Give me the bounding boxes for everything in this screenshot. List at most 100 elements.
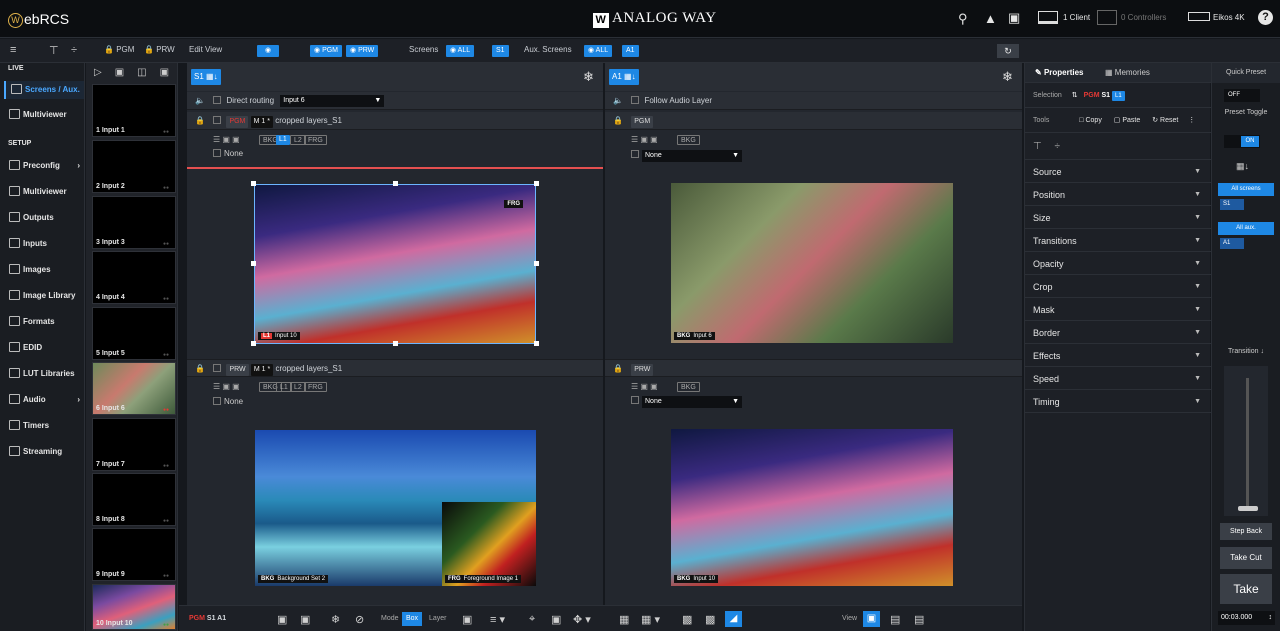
section-position[interactable]: Position ▼ [1025,184,1211,206]
nav-images[interactable]: Images [4,261,84,279]
a1-freeze-icon[interactable]: ❄ [1002,69,1013,85]
view-pgm-button[interactable]: ◉ PGM [310,45,343,57]
copy-button[interactable]: □ Copy [1079,117,1102,124]
screen-sort-icon[interactable]: ▦↓ [1236,161,1249,172]
input-thumb-1[interactable]: 1 Input 1 ●● [92,84,176,137]
resize-handle-l[interactable] [251,261,256,266]
section-source[interactable]: Source ▼ [1025,161,1211,183]
lock-pgm-button[interactable]: 🔒 PGM [104,45,134,54]
nav-preconfig[interactable]: Preconfig › [4,157,84,175]
screen-s1-button[interactable]: S1 [492,45,509,57]
a1-prw-preview[interactable]: BKG Input 10 [671,429,953,586]
section-effects[interactable]: Effects ▼ [1025,345,1211,367]
lock-icon[interactable]: 🔒 [195,116,205,125]
view-stack-icon[interactable]: ▤ [914,613,924,626]
resize-handle-tl[interactable] [251,181,256,186]
nav-multiviewer-live[interactable]: Multiviewer [4,106,84,124]
view-split-icon[interactable]: ▤ [890,613,900,626]
snap-icon[interactable]: ▩ [705,613,715,626]
layer-frg[interactable]: FRG [304,135,327,145]
quick-s1-button[interactable]: S1 [1220,199,1244,210]
paste-layer-icon[interactable]: ▣ [300,613,310,626]
align-top-icon[interactable]: ⊤ [1033,141,1042,152]
distribute-icon[interactable]: ▦ [619,613,629,626]
pattern-icon[interactable]: ▩ [682,613,692,626]
lock-prw-icon[interactable]: 🔒 [195,364,205,373]
refresh-icon[interactable]: ↻ [997,44,1019,58]
fit-icon[interactable]: ▣ [462,613,472,626]
input-thumb-5[interactable]: 5 Input 5 ●● [92,307,176,360]
nav-streaming[interactable]: Streaming [4,443,84,461]
quick-preset-toggle[interactable]: OFF [1224,89,1260,102]
input-view-icons[interactable]: ▷▣◫▣ [94,67,182,78]
a1-prw-lock-icon[interactable]: 🔒 [613,364,623,373]
mode-layer-button[interactable]: Layer [429,615,447,622]
resize-handle-bl[interactable] [251,341,256,346]
resize-handle-t[interactable] [393,181,398,186]
screens-all-button[interactable]: ◉ ALL [446,45,475,57]
take-button[interactable]: Take [1220,574,1272,604]
crop-icon[interactable]: ▣ [551,613,561,626]
nav-outputs[interactable]: Outputs [4,209,84,227]
clients-count[interactable]: 1 Client [1063,13,1090,22]
search-icon[interactable]: ⚲ [958,11,968,27]
paste-button[interactable]: ▢ Paste [1114,117,1140,124]
lock-prw-button[interactable]: 🔒 PRW [144,45,175,54]
split-icon[interactable]: ÷ [71,44,77,56]
input-thumb-2[interactable]: 2 Input 2 ●● [92,140,176,193]
memory-badge[interactable]: M 1 * [250,116,273,128]
step-back-button[interactable]: Step Back [1220,523,1272,540]
prw-layer-frg[interactable]: FRG [304,382,327,392]
nav-timers[interactable]: Timers [4,417,84,435]
input-thumb-4[interactable]: 4 Input 4 ●● [92,251,176,304]
sort-icon[interactable]: ⇅ [1072,92,1078,99]
align-icon[interactable]: ⊤ [49,44,59,57]
controllers-count[interactable]: 0 Controllers [1121,13,1166,22]
tab-properties[interactable]: ✎ Properties [1035,68,1084,77]
freeze-icon[interactable]: ❄ [583,69,594,85]
bell-icon[interactable]: ▲ [984,11,997,26]
a1-prw-layer-bkg[interactable]: BKG [677,382,700,392]
nav-screens-aux[interactable]: Screens / Aux. [4,81,84,99]
nav-multiviewer[interactable]: Multiviewer [4,183,84,201]
divide-icon[interactable]: ÷ [1055,141,1061,152]
a1-lock-icon[interactable]: 🔒 [613,116,623,125]
aux-a1-button[interactable]: A1 [622,45,639,57]
disable-icon[interactable]: ⊘ [355,613,364,626]
section-mask[interactable]: Mask ▼ [1025,299,1211,321]
resize-handle-tr[interactable] [534,181,539,186]
a1-prw-none-select[interactable]: None ▼ [642,396,742,408]
help-icon[interactable]: ? [1258,10,1273,25]
device-name[interactable]: Eikos 4K [1213,13,1245,22]
grid-icon[interactable]: ▦ ▾ [641,613,660,626]
input-thumb-9[interactable]: 9 Input 9 ●● [92,528,176,581]
a1-pgm-preview[interactable]: BKG Input 6 [671,183,953,343]
reset-button[interactable]: ↻ Reset [1152,117,1178,124]
nav-audio[interactable]: Audio › [4,391,84,409]
a1-none-select[interactable]: None ▼ [642,150,742,162]
s1-screen-chip[interactable]: S1 ▦↓ [191,69,221,85]
view-image-icon[interactable]: ▣ [863,611,880,627]
transition-slider[interactable] [1224,366,1268,516]
resize-handle-br[interactable] [534,341,539,346]
routing-select[interactable]: Input 6 ▼ [280,95,385,107]
a1-layer-bkg[interactable]: BKG [677,135,700,145]
preset-toggle-switch[interactable]: ON [1224,135,1260,148]
transition-time-input[interactable]: 00:03.000 ↕ [1218,611,1275,625]
s1-prw-preview[interactable]: BKG Background Set 2 FRG Foreground Image … [255,430,536,586]
export-icon[interactable]: ▣ [1008,10,1020,26]
input-thumb-7[interactable]: 7 Input 7 ●● [92,418,176,471]
all-aux-button[interactable]: All aux. [1218,222,1274,235]
move-icon[interactable]: ✥ ▾ [573,613,591,626]
nav-inputs[interactable]: Inputs [4,235,84,253]
section-size[interactable]: Size ▼ [1025,207,1211,229]
eye-toggle-button[interactable]: ◉ [257,45,279,57]
input-thumb-10[interactable]: 10 Input 10 ●● [92,584,176,630]
transition-slider-handle[interactable] [1238,506,1258,511]
resize-handle-b[interactable] [393,341,398,346]
section-transitions[interactable]: Transitions ▼ [1025,230,1211,252]
copy-layer-icon[interactable]: ▣ [277,613,287,626]
input-thumb-6[interactable]: 6 Input 6 ●● [92,362,176,415]
nav-lut-libraries[interactable]: LUT Libraries [4,365,84,383]
freeze-layer-icon[interactable]: ❄ [331,613,340,626]
